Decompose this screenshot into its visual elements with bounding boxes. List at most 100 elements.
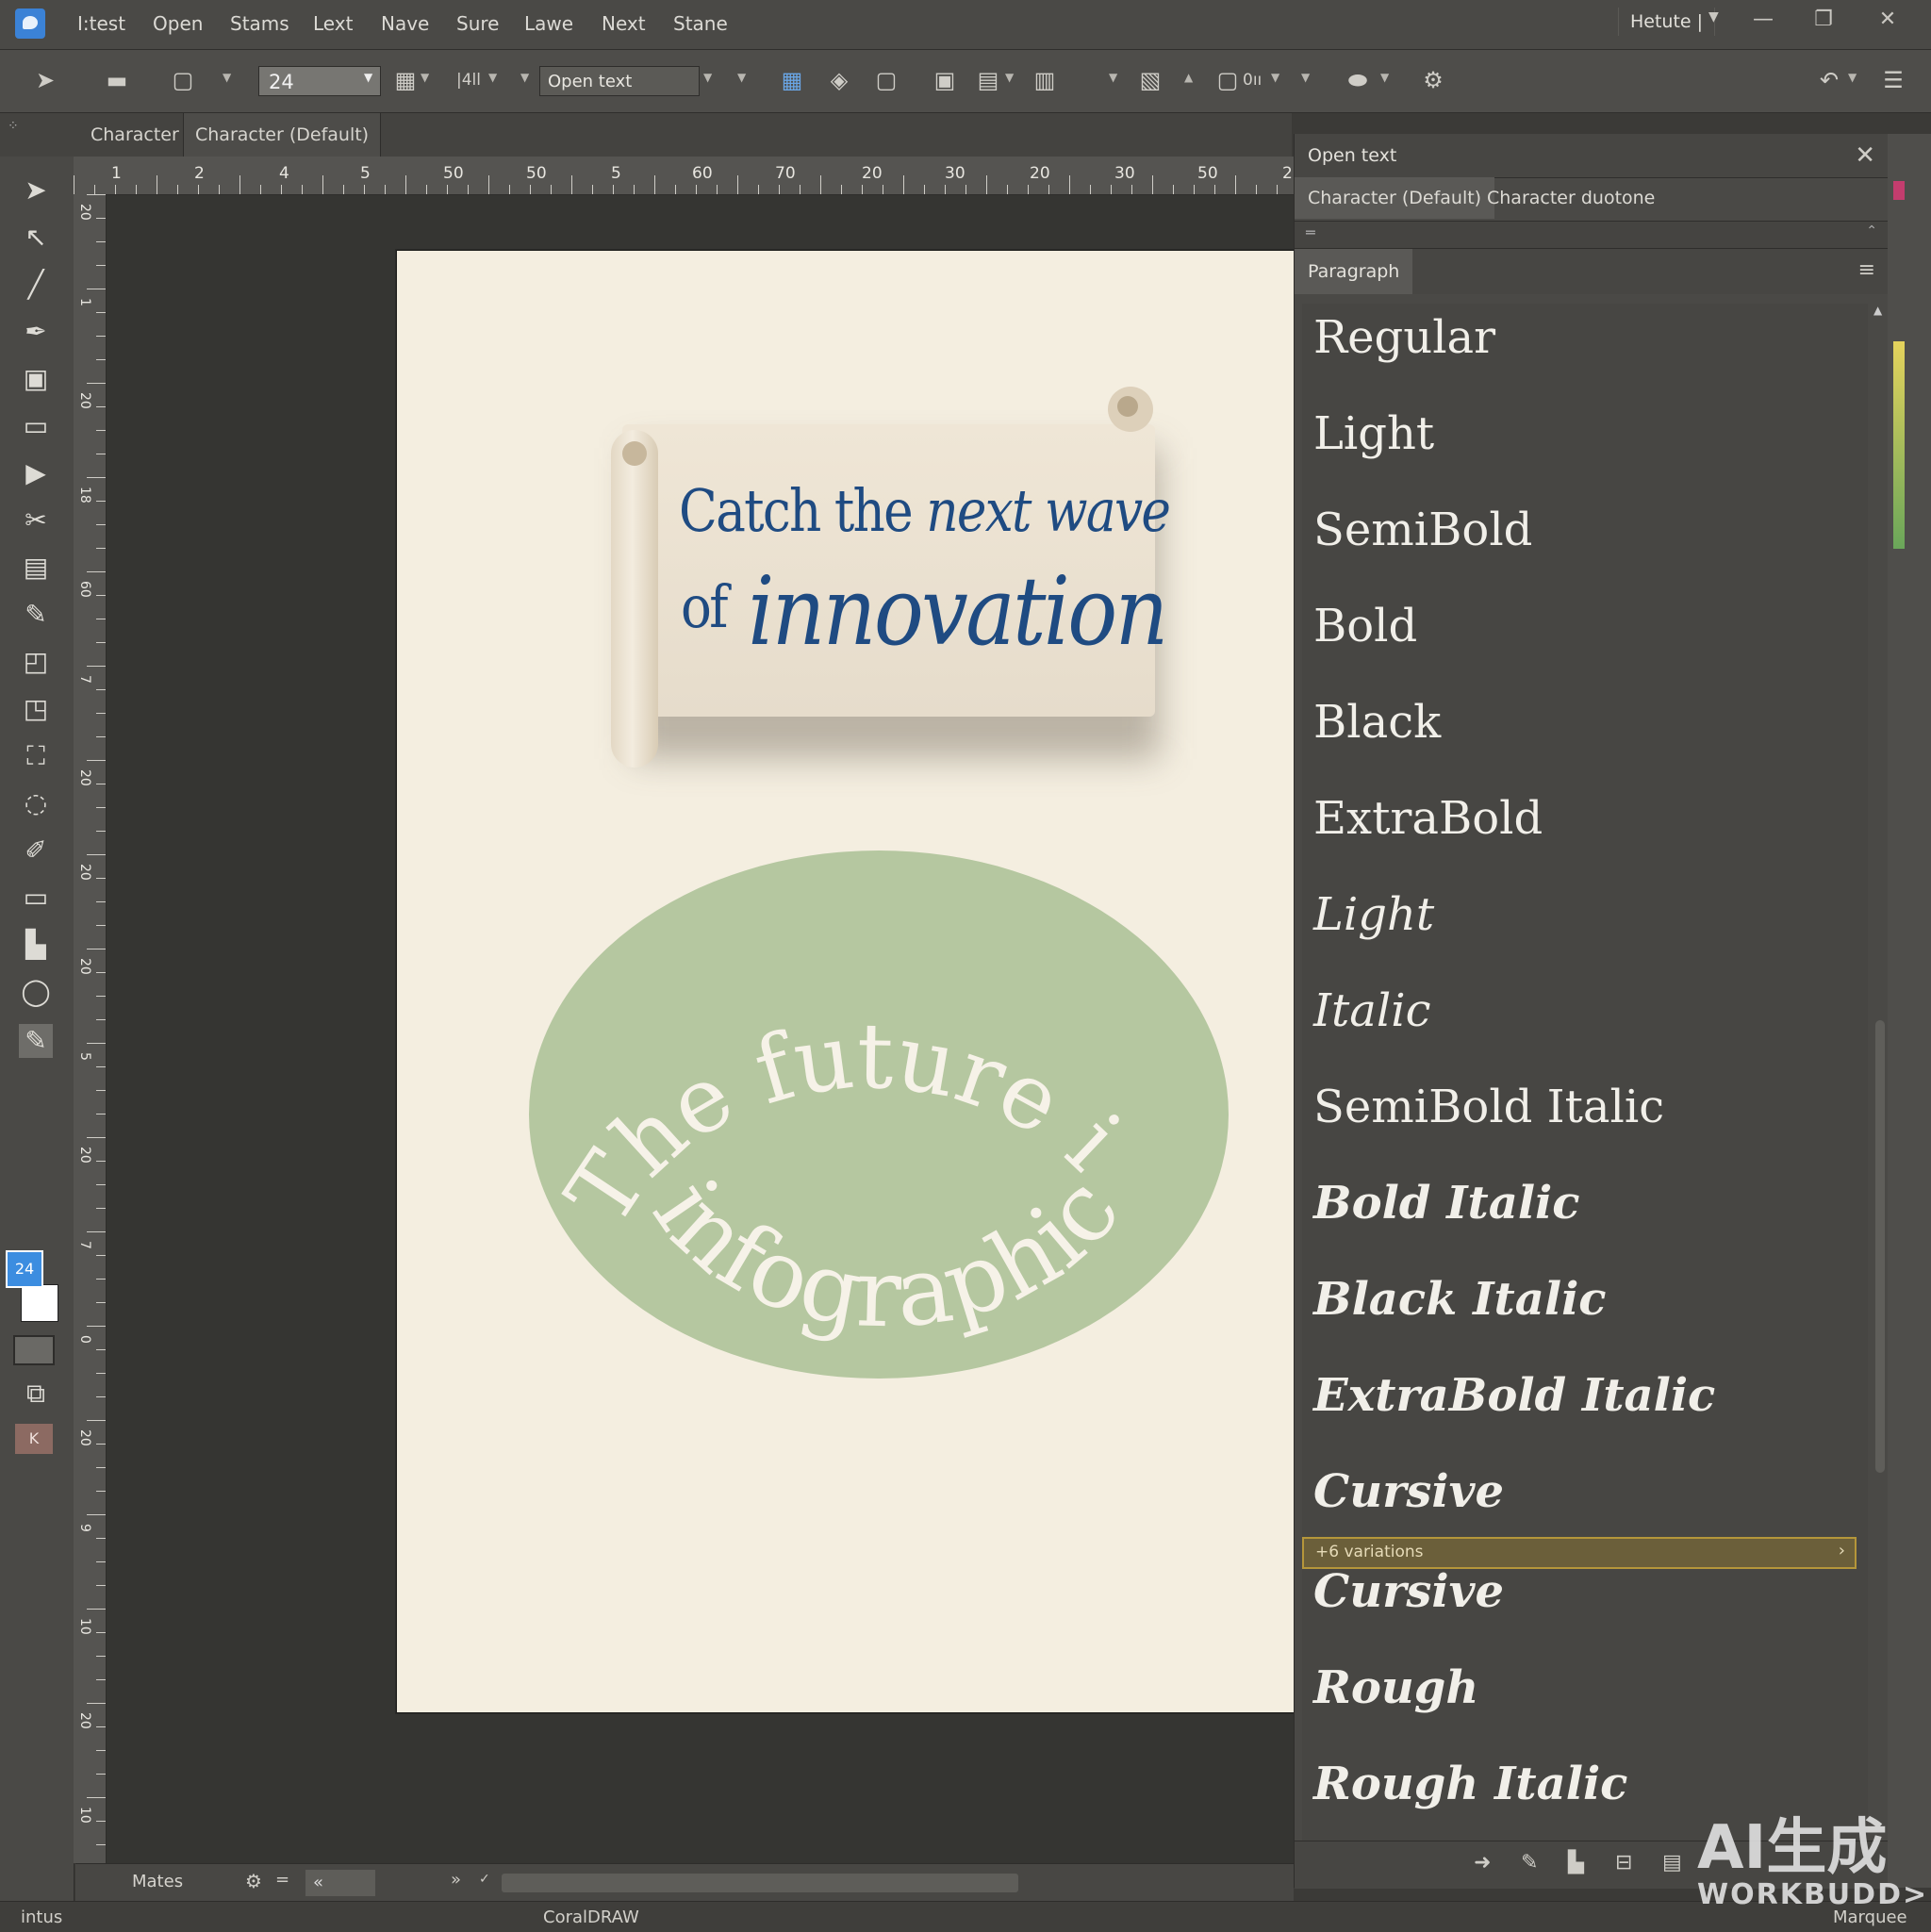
zoom-icon[interactable]: ▢ xyxy=(1214,67,1241,93)
crop-tool-icon[interactable]: ▣ xyxy=(19,362,53,396)
line-tool-icon[interactable]: ╱ xyxy=(19,268,53,302)
scrollbar-thumb[interactable] xyxy=(1875,1020,1885,1473)
knife-tool-icon[interactable]: ✂ xyxy=(19,504,53,537)
first-page-icon[interactable]: « xyxy=(305,1870,375,1896)
pick-tool-icon[interactable]: ➤ xyxy=(19,173,53,207)
window-title[interactable]: Hetute | xyxy=(1618,8,1716,36)
rectangle-tool-icon[interactable]: ▭ xyxy=(19,409,53,443)
close-icon[interactable]: ✕ xyxy=(1855,141,1875,170)
table-tool-icon[interactable]: ▤ xyxy=(19,551,53,585)
frame-tool-icon[interactable]: ▭ xyxy=(19,881,53,915)
color-palette-strip[interactable] xyxy=(1888,134,1931,1888)
gear-icon[interactable]: ⚙ xyxy=(1420,67,1446,93)
menu-item[interactable]: Lext xyxy=(313,12,353,35)
collapse-icon[interactable]: ⌃ xyxy=(1866,223,1877,239)
font-style-item[interactable]: Bold xyxy=(1313,600,1417,652)
font-style-item[interactable]: Rough Italic xyxy=(1313,1758,1627,1810)
image-tool-icon[interactable]: ⛶ xyxy=(19,739,53,773)
eyedropper-tool-icon[interactable]: ✐ xyxy=(19,834,53,867)
lasso-tool-icon[interactable]: ◯ xyxy=(19,975,53,1009)
tab-character-default[interactable]: Character (Default) xyxy=(183,113,382,157)
chevron-down-icon[interactable]: ▼ xyxy=(421,71,429,84)
background-color-swatch[interactable] xyxy=(21,1284,58,1322)
hamburger-menu-icon[interactable]: ≡ xyxy=(1858,258,1875,282)
size-mode-readout[interactable]: |4ll xyxy=(456,71,481,90)
transform-tool-icon[interactable]: ◰ xyxy=(19,645,53,679)
shape-tool-icon[interactable]: ↖ xyxy=(19,221,53,255)
chevron-down-icon[interactable]: ▼ xyxy=(223,71,231,84)
save-icon[interactable]: ▤ xyxy=(1662,1851,1682,1874)
app-logo-icon[interactable] xyxy=(15,8,45,39)
document-icon[interactable]: ▥ xyxy=(1032,67,1058,93)
fill-tool-icon[interactable]: ▙ xyxy=(19,928,53,962)
font-style-item[interactable]: Cursive xyxy=(1313,1465,1504,1518)
folder-icon[interactable]: ▧ xyxy=(1137,67,1164,93)
style-icon[interactable]: ▙ xyxy=(1568,1851,1584,1874)
apply-icon[interactable]: ➜ xyxy=(1474,1851,1491,1874)
tab-character-duotone[interactable]: Character duotone xyxy=(1474,177,1668,219)
plugin-icon[interactable]: K xyxy=(15,1424,53,1454)
headline-line-1[interactable]: Catch the next wave xyxy=(679,476,1171,545)
chevron-down-icon[interactable]: ▼ xyxy=(1708,9,1719,25)
font-style-item[interactable]: ExtraBold xyxy=(1313,792,1543,845)
palette-swatch[interactable] xyxy=(1893,341,1905,549)
menu-item[interactable]: Nave xyxy=(381,12,429,35)
list-icon[interactable]: ☰ xyxy=(1880,67,1906,93)
undo-icon[interactable]: ↶ xyxy=(1816,67,1842,93)
frame-icon[interactable]: ▬ xyxy=(104,67,130,93)
font-style-item[interactable]: SemiBold Italic xyxy=(1313,1081,1664,1133)
menu-item[interactable]: Sure xyxy=(456,12,499,35)
page-list-icon[interactable]: = xyxy=(275,1870,289,1890)
menu-item[interactable]: Stams xyxy=(230,12,289,35)
page-tab-label[interactable]: Mates xyxy=(132,1872,183,1891)
table-icon[interactable]: ▦ xyxy=(779,67,805,93)
chevron-down-icon[interactable]: ▼ xyxy=(1005,71,1014,84)
font-style-item[interactable]: Light xyxy=(1313,888,1434,941)
menu-item[interactable]: Next xyxy=(602,12,646,35)
oval-badge[interactable]: The future is infographic xyxy=(528,849,1230,1381)
pick-tool-icon[interactable]: ➤ xyxy=(32,67,58,93)
vertical-ruler[interactable]: 20 1 20 18 60 7 20 20 20 5 20 7 0 20 9 10 20 10 xyxy=(74,194,107,1863)
font-style-item[interactable]: Black Italic xyxy=(1313,1273,1607,1326)
font-style-item[interactable]: Rough xyxy=(1313,1661,1478,1714)
palette-swatch[interactable] xyxy=(1893,181,1905,200)
edit-icon[interactable]: ✎ xyxy=(1521,1851,1538,1874)
pen-tool-icon[interactable]: ✒ xyxy=(19,315,53,349)
scroll-up-icon[interactable]: ▲ xyxy=(1873,304,1882,317)
font-size-input[interactable]: 24 xyxy=(258,66,381,96)
crop-icon[interactable]: ▢ xyxy=(873,67,899,93)
style-list-scrollbar[interactable]: ▲ xyxy=(1873,304,1887,1878)
minimize-icon[interactable]: — xyxy=(1744,6,1782,34)
ellipse-tool-icon[interactable]: ◌ xyxy=(19,786,53,820)
chevron-down-icon[interactable]: ✓ xyxy=(479,1872,490,1887)
menu-item[interactable]: I:test xyxy=(77,12,125,35)
chevron-down-icon[interactable]: ▼ xyxy=(1380,71,1389,84)
tab-character[interactable]: Character xyxy=(79,113,190,157)
grid-icon[interactable]: ▦ xyxy=(392,67,419,93)
chevron-down-icon[interactable]: ▼ xyxy=(364,71,372,84)
horizontal-scrollbar[interactable] xyxy=(502,1874,1018,1892)
menu-item[interactable]: Lawe xyxy=(524,12,573,35)
pencil-tool-icon[interactable]: ✎ xyxy=(19,598,53,632)
chevron-down-icon[interactable]: ▼ xyxy=(1301,71,1310,84)
foreground-color-swatch[interactable]: 24 xyxy=(6,1250,43,1288)
font-style-item[interactable]: Regular xyxy=(1313,311,1495,364)
arrow-tool-icon[interactable]: ▶ xyxy=(19,456,53,490)
chevron-down-icon[interactable]: ▼ xyxy=(703,71,712,84)
font-style-item[interactable]: Cursive xyxy=(1313,1565,1504,1618)
chevron-down-icon[interactable]: ▼ xyxy=(1848,71,1857,84)
more-variations-bar[interactable]: +6 variations › xyxy=(1302,1537,1857,1569)
snap-icon[interactable]: ⧉ xyxy=(19,1377,53,1411)
page-size-icon[interactable]: ▢ xyxy=(170,67,196,93)
chevron-down-icon[interactable]: ▼ xyxy=(488,71,497,84)
bitmap-icon[interactable]: ▤ xyxy=(975,67,1001,93)
page-settings-icon[interactable]: ⚙ xyxy=(245,1870,262,1892)
chevron-down-icon[interactable]: ▼ xyxy=(1109,71,1117,84)
font-style-item[interactable]: ExtraBold Italic xyxy=(1313,1369,1715,1422)
docker-grip[interactable]: ═ ⌃ xyxy=(1295,221,1889,249)
resize-tool-icon[interactable]: ◳ xyxy=(19,692,53,726)
headline-line-2[interactable]: of innovation xyxy=(681,556,1168,667)
tab-paragraph[interactable]: Paragraph xyxy=(1295,249,1413,294)
fill-indicator[interactable] xyxy=(13,1335,55,1365)
image-icon[interactable]: ▣ xyxy=(932,67,958,93)
